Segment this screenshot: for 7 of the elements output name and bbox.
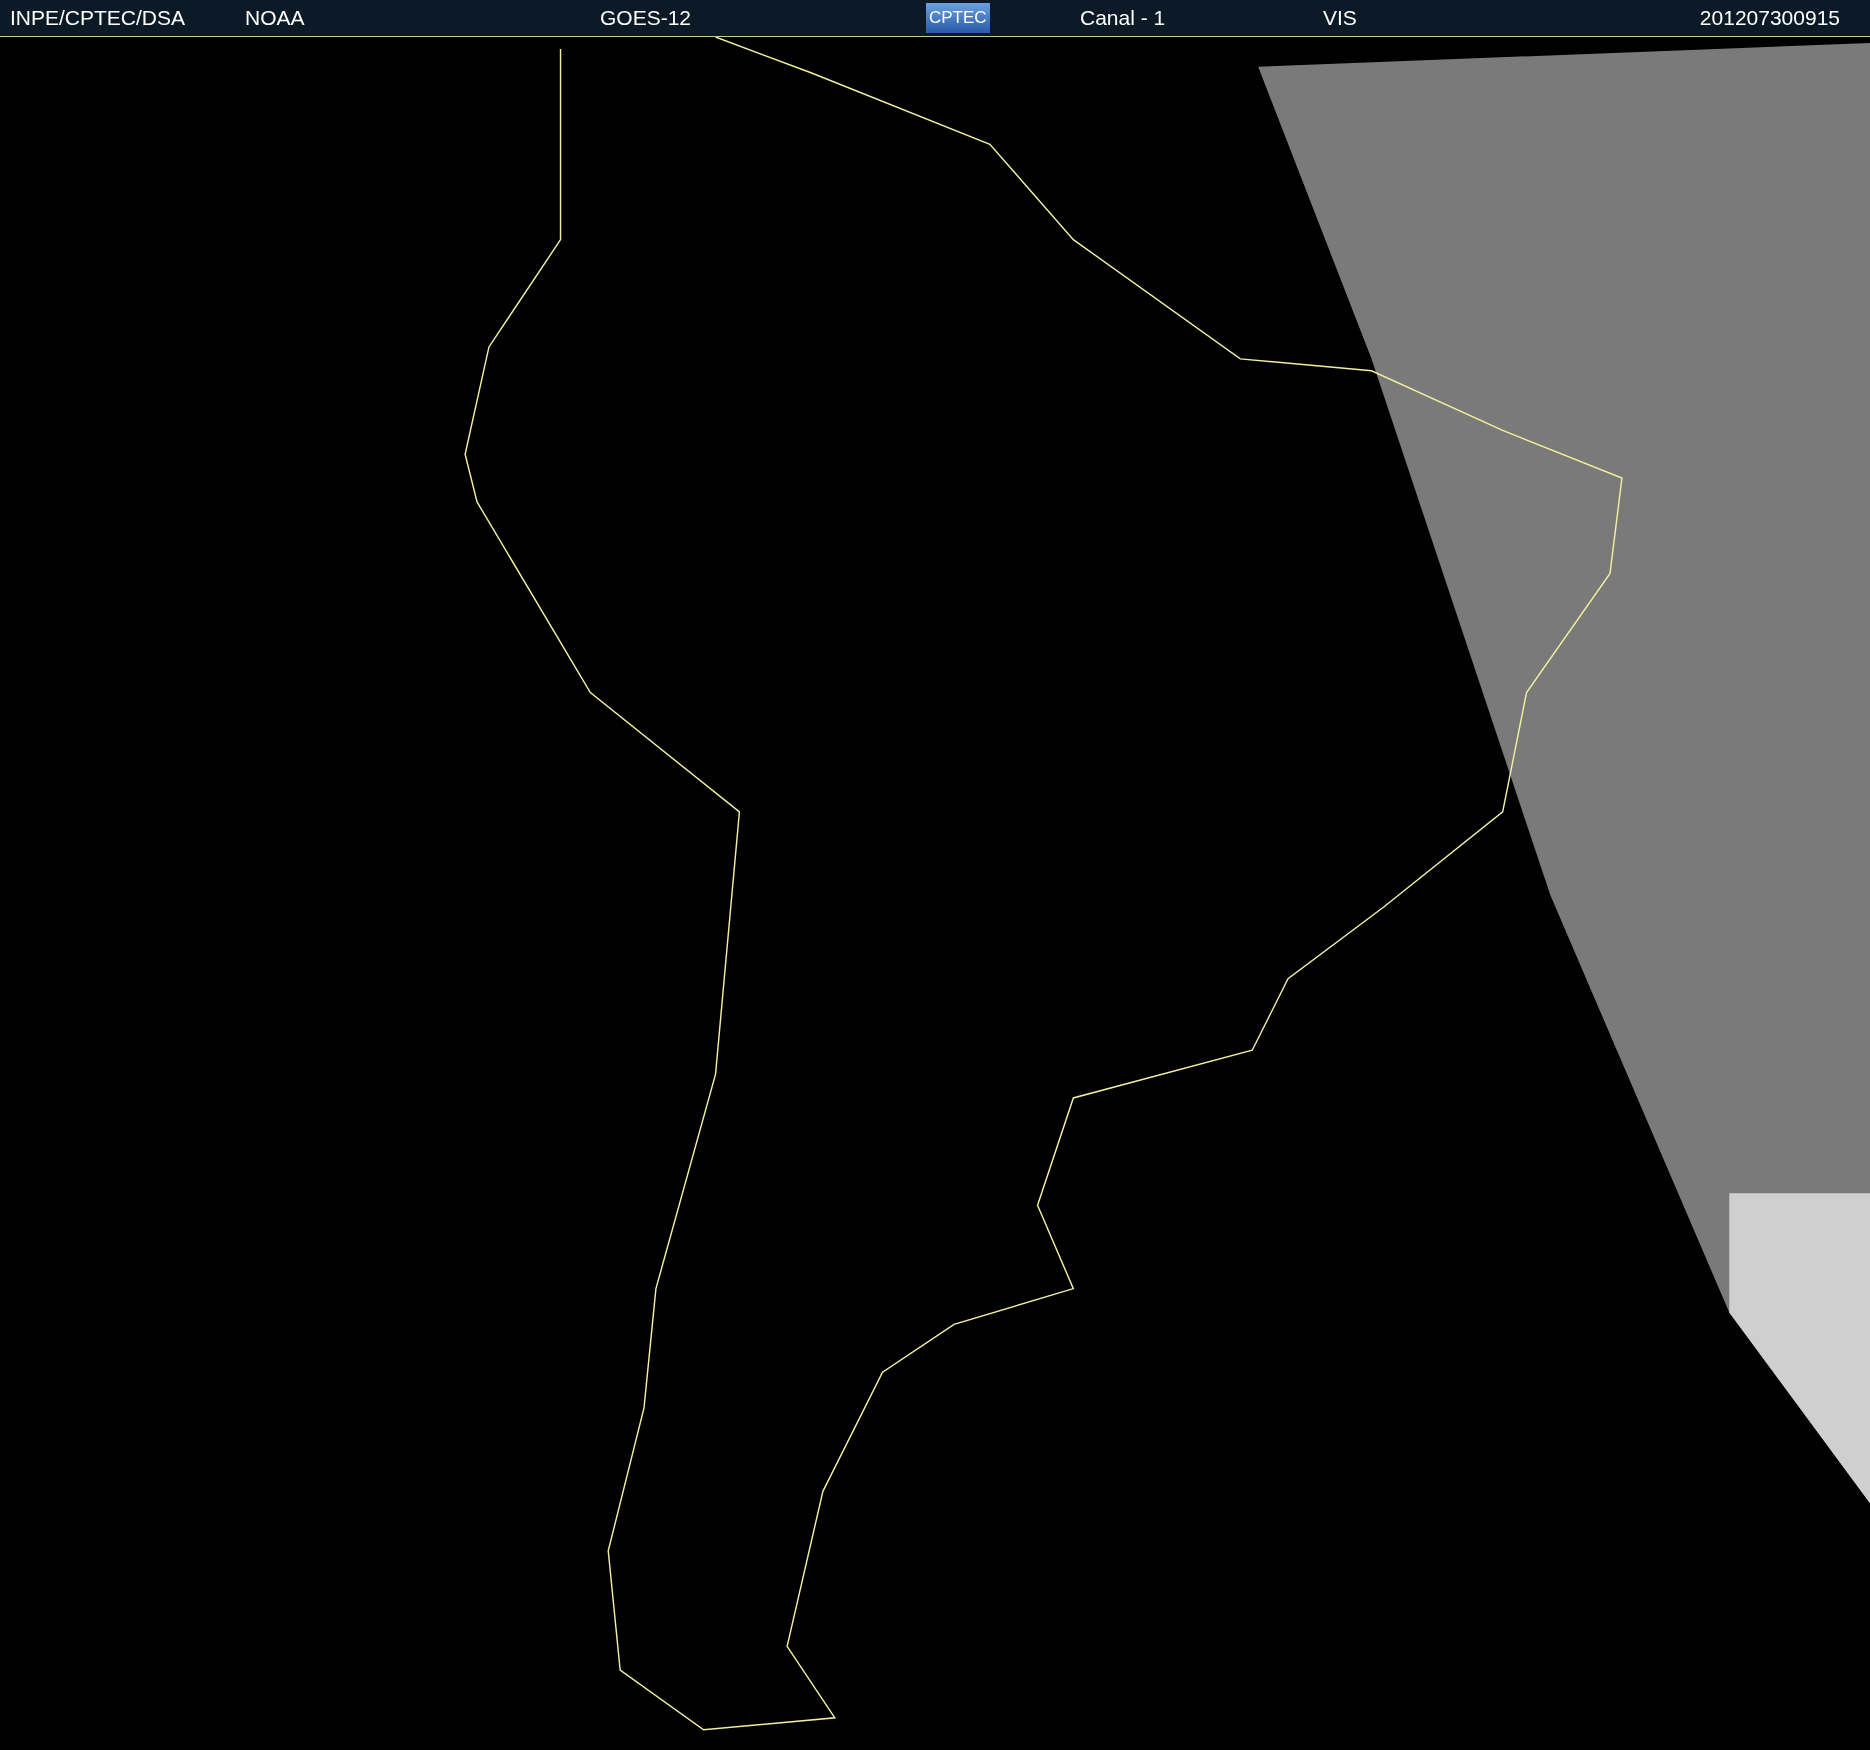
logo: CPTEC [926,3,990,33]
header-label: INPE/CPTEC/DSA [10,6,186,30]
header-label: 201207300915 [1699,6,1840,30]
header-label: NOAA [245,6,305,30]
header-label: GOES-12 [600,6,692,30]
header-label: VIS [1323,6,1357,30]
header-label: Canal - 1 [1080,6,1166,30]
